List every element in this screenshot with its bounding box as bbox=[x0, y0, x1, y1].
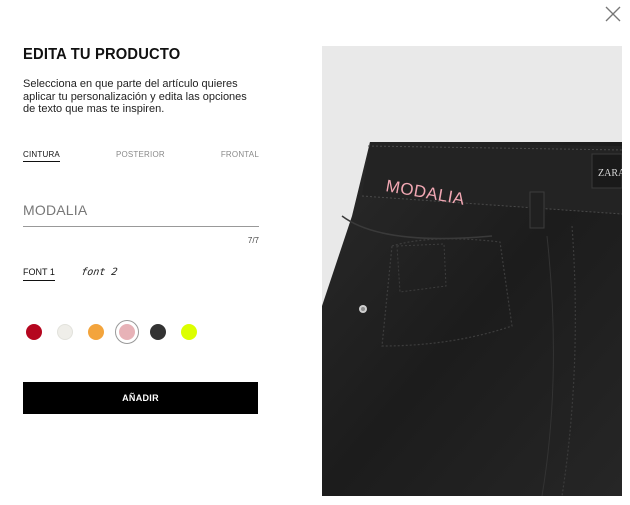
placement-tabs: CINTURA POSTERIOR FRONTAL bbox=[23, 150, 259, 162]
color-swatch-red[interactable] bbox=[26, 323, 42, 340]
tab-frontal[interactable]: FRONTAL bbox=[221, 150, 259, 162]
color-selector bbox=[23, 319, 259, 344]
color-swatch-dark-gray[interactable] bbox=[150, 323, 166, 340]
font-option-2[interactable]: font 2 bbox=[80, 267, 118, 281]
page-title: EDITA TU PRODUCTO bbox=[23, 46, 181, 63]
close-button[interactable] bbox=[604, 5, 622, 23]
font-option-1[interactable]: FONT 1 bbox=[23, 267, 55, 281]
custom-text-input[interactable]: MODALIA bbox=[23, 202, 259, 227]
add-button[interactable]: AÑADIR bbox=[23, 381, 258, 414]
brand-label: ZARA bbox=[598, 168, 622, 179]
product-preview: ZARA MODALIA bbox=[322, 46, 622, 496]
customization-panel: EDITA TU PRODUCTO Selecciona en que part… bbox=[23, 46, 259, 414]
jeans-image: ZARA MODALIA bbox=[322, 142, 622, 496]
character-counter: 7/7 bbox=[247, 235, 259, 245]
tab-cintura[interactable]: CINTURA bbox=[23, 150, 60, 162]
tab-posterior[interactable]: POSTERIOR bbox=[116, 150, 165, 162]
close-icon bbox=[605, 6, 621, 22]
color-swatch-pink[interactable] bbox=[115, 319, 139, 344]
color-swatch-off-white[interactable] bbox=[57, 323, 73, 340]
panel-description: Selecciona en que parte del artículo qui… bbox=[23, 78, 247, 115]
color-swatch-neon-yellow[interactable] bbox=[181, 323, 197, 340]
font-selector: FONT 1 font 2 bbox=[23, 267, 259, 281]
color-swatch-orange[interactable] bbox=[88, 323, 104, 340]
